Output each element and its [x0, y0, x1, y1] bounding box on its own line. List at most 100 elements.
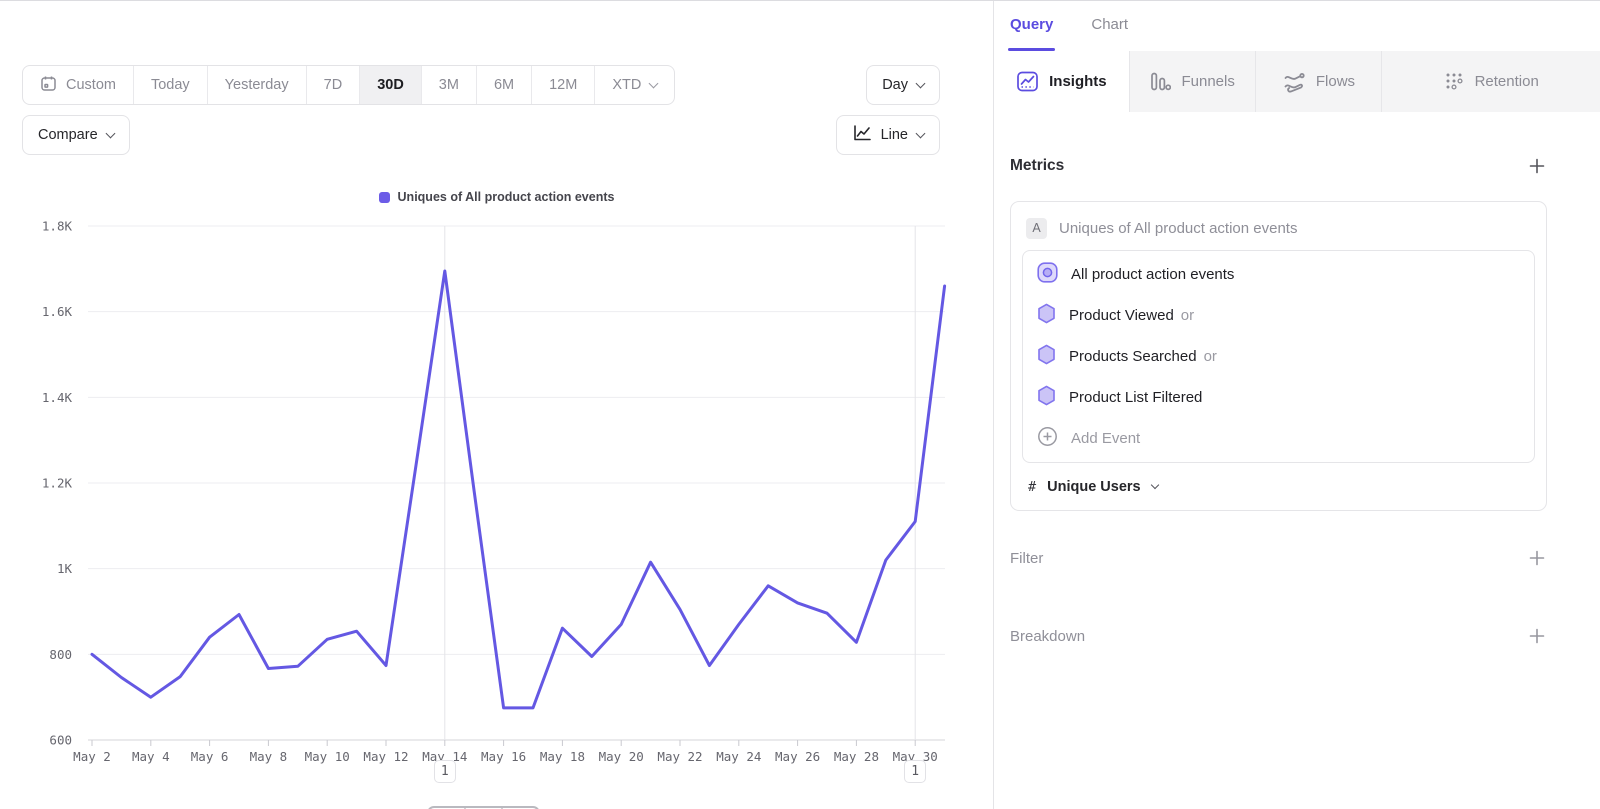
- metric-card: A Uniques of All product action events A…: [1010, 201, 1547, 511]
- event-list-card: All product action events Product Viewed o…: [1022, 250, 1535, 463]
- date-range-control: Custom Today Yesterday 7D 30D 3M 6M 12M XTD: [22, 65, 675, 105]
- compare-label: Compare: [38, 127, 98, 143]
- annotation-badge[interactable]: 1: [904, 760, 926, 783]
- range-label: 3M: [439, 77, 459, 93]
- granularity-label: Day: [882, 77, 908, 93]
- or-operator: or: [1204, 348, 1217, 365]
- range-6m[interactable]: 6M: [477, 66, 532, 104]
- tab-label: Funnels: [1181, 73, 1234, 90]
- range-label: 6M: [494, 77, 514, 93]
- event-label: Product Viewed: [1069, 307, 1174, 324]
- range-3m[interactable]: 3M: [422, 66, 477, 104]
- chevron-down-icon: [916, 128, 926, 138]
- metrics-heading: Metrics: [1010, 157, 1064, 175]
- breakdown-heading: Breakdown: [1010, 628, 1085, 645]
- x-axis-label: May 8: [250, 749, 288, 764]
- toolbar-top-row: Custom Today Yesterday 7D 30D 3M 6M 12M XTD Day: [22, 65, 940, 105]
- breakdown-section-header: Breakdown: [1010, 626, 1547, 646]
- event-row[interactable]: Products Searched or: [1023, 336, 1534, 377]
- x-axis-label: May 10: [305, 749, 350, 764]
- series-line[interactable]: [92, 271, 945, 708]
- x-axis-label: May 18: [540, 749, 585, 764]
- annotation-badge[interactable]: 1: [434, 760, 456, 783]
- y-axis-label: 800: [49, 647, 72, 662]
- x-axis-label: May 6: [191, 749, 229, 764]
- x-axis-label: May 16: [481, 749, 526, 764]
- filter-section-header: Filter: [1010, 548, 1547, 568]
- tab-flows[interactable]: Flows: [1255, 51, 1382, 112]
- hash-icon: #: [1028, 479, 1036, 495]
- metric-card-title: Uniques of All product action events: [1059, 220, 1297, 237]
- y-axis-label: 1.2K: [42, 476, 73, 491]
- tab-insights[interactable]: Insights: [994, 51, 1129, 112]
- metrics-section-header: Metrics: [1010, 156, 1547, 176]
- tab-label: Retention: [1475, 73, 1539, 90]
- tab-query[interactable]: Query: [1010, 16, 1053, 51]
- event-row[interactable]: Product List Filtered: [1023, 377, 1534, 418]
- range-7d[interactable]: 7D: [307, 66, 361, 104]
- chart-type-button[interactable]: Line: [836, 115, 940, 155]
- metric-card-header: A Uniques of All product action events: [1022, 213, 1535, 243]
- range-label: Today: [151, 77, 190, 93]
- add-event-button[interactable]: Add Event: [1023, 418, 1534, 459]
- event-hexagon-icon: [1037, 385, 1056, 410]
- range-today[interactable]: Today: [134, 66, 208, 104]
- insights-icon: [1016, 70, 1039, 93]
- y-axis-label: 1.8K: [42, 219, 73, 234]
- range-label: 7D: [324, 77, 343, 93]
- event-hexagon-icon: [1037, 344, 1056, 369]
- chart-legend[interactable]: Uniques of All product action events: [0, 190, 993, 204]
- range-label: Yesterday: [225, 77, 289, 93]
- add-breakdown-button[interactable]: [1527, 626, 1547, 646]
- event-row[interactable]: Product Viewed or: [1023, 295, 1534, 336]
- legend-swatch: [379, 192, 390, 203]
- chevron-down-icon: [916, 78, 926, 88]
- query-panel: Query Chart Insights Funnels Flows Retentio…: [993, 1, 1600, 809]
- chevron-down-icon: [649, 78, 659, 88]
- range-yesterday[interactable]: Yesterday: [208, 66, 307, 104]
- x-axis-label: May 24: [716, 749, 761, 764]
- range-xtd[interactable]: XTD: [595, 66, 674, 104]
- chart-area: 6008001K1.2K1.4K1.6K1.8KMay 2May 4May 6M…: [0, 1, 993, 809]
- chart-type-label: Line: [881, 127, 908, 143]
- measurement-dropdown[interactable]: # Unique Users: [1022, 463, 1535, 510]
- x-axis-label: May 22: [657, 749, 702, 764]
- range-30d[interactable]: 30D: [360, 66, 422, 104]
- x-axis-label: May 2: [73, 749, 111, 764]
- add-circle-icon: [1037, 426, 1058, 451]
- granularity-button[interactable]: Day: [866, 65, 940, 105]
- tab-chart[interactable]: Chart: [1091, 16, 1128, 51]
- tab-funnels[interactable]: Funnels: [1129, 51, 1255, 112]
- tab-query-label: Query: [1010, 16, 1053, 33]
- legend-label: Uniques of All product action events: [398, 190, 615, 204]
- range-custom[interactable]: Custom: [23, 66, 134, 104]
- add-metric-button[interactable]: [1527, 156, 1547, 176]
- range-label: XTD: [612, 77, 641, 93]
- or-operator: or: [1181, 307, 1194, 324]
- calendar-icon: [40, 75, 57, 96]
- compare-button[interactable]: Compare: [22, 115, 130, 155]
- y-axis-label: 1K: [57, 561, 73, 576]
- event-label: All product action events: [1071, 266, 1234, 283]
- y-axis-label: 1.4K: [42, 390, 73, 405]
- x-axis-label: May 12: [363, 749, 408, 764]
- metric-letter-badge: A: [1026, 218, 1047, 239]
- range-label: Custom: [66, 77, 116, 93]
- add-filter-button[interactable]: [1527, 548, 1547, 568]
- range-12m[interactable]: 12M: [532, 66, 595, 104]
- event-row[interactable]: All product action events: [1023, 254, 1534, 295]
- app-window: 6008001K1.2K1.4K1.6K1.8KMay 2May 4May 6M…: [0, 0, 1600, 809]
- measurement-label: Unique Users: [1047, 479, 1140, 495]
- x-axis-label: May 28: [834, 749, 879, 764]
- chevron-down-icon: [105, 128, 115, 138]
- tab-retention[interactable]: Retention: [1381, 51, 1600, 112]
- add-event-label: Add Event: [1071, 430, 1140, 447]
- event-label: Products Searched: [1069, 348, 1197, 365]
- range-label: 30D: [377, 77, 404, 93]
- event-hexagon-icon: [1037, 303, 1056, 328]
- x-axis-label: May 4: [132, 749, 170, 764]
- panel-body: Metrics A Uniques of All product action …: [994, 156, 1600, 646]
- panel-header-tabs: Query Chart: [994, 1, 1600, 51]
- line-chart-icon: [852, 124, 872, 146]
- report-type-tabs: Insights Funnels Flows Retention: [994, 51, 1600, 112]
